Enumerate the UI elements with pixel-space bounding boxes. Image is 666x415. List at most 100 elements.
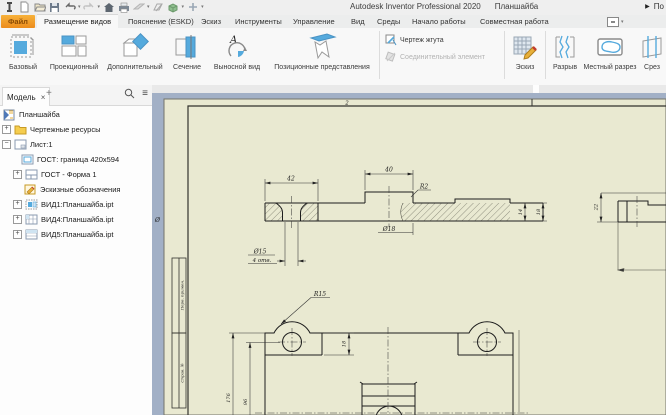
tab-tools[interactable]: Инструменты: [228, 15, 289, 28]
positional-representations-button[interactable]: Позиционные представления: [266, 28, 378, 84]
tree-item-sheet1[interactable]: − Лист:1: [0, 137, 152, 152]
base-view-button[interactable]: Базовый: [2, 28, 44, 84]
tree-item-sketch-symbols[interactable]: Эскизные обозначения: [0, 182, 152, 197]
dim-96-text: 96: [243, 398, 249, 405]
dim-step18-text: 18: [342, 341, 348, 347]
graphics-canvas[interactable]: 2 Перв. примен. Справ. № Ø: [152, 85, 666, 415]
tree-item-view1[interactable]: + ВИД1:Планшайба.ipt: [0, 197, 152, 212]
drawing-sheet[interactable]: 2 Перв. примен. Справ. №: [164, 99, 666, 415]
dim-d15-note: 4 отв.: [252, 258, 272, 264]
expand-icon[interactable]: +: [13, 170, 22, 179]
break-button[interactable]: Разрыв: [547, 28, 583, 84]
ribbon-display-options[interactable]: ▾: [607, 17, 624, 27]
tab-place-views[interactable]: Размещение видов: [37, 15, 118, 28]
section-view-button[interactable]: Сечение: [166, 28, 208, 84]
margin-label-2: Справ. №: [180, 363, 185, 382]
expand-icon[interactable]: +: [13, 215, 22, 224]
tree-item-root[interactable]: Планшайба: [0, 107, 152, 122]
expand-icon[interactable]: +: [13, 200, 22, 209]
harness-drawing-button[interactable]: Чертеж жгута: [385, 34, 503, 46]
inventor-window: { "titlebar": { "app_title": "Autodesk I…: [0, 0, 666, 415]
slice-button[interactable]: Срез: [637, 28, 666, 84]
tree-item-gost-border[interactable]: ГОСТ: граница 420x594: [0, 152, 152, 167]
sketch-plane-icon[interactable]: [152, 1, 165, 13]
tab-environments[interactable]: Среды: [370, 15, 407, 28]
document-title: Планшайба: [495, 2, 538, 11]
slice-icon: [639, 32, 665, 62]
redo-dropdown-icon[interactable]: ▾: [98, 5, 101, 10]
harness-group: Чертеж жгута Соединительный элемент: [381, 28, 503, 63]
dim-r15-text: R15: [313, 291, 326, 298]
connector-element-icon: [385, 51, 397, 63]
add-command-icon[interactable]: [186, 1, 199, 13]
detail-view-button[interactable]: A Выносной вид: [208, 28, 266, 84]
measure-dropdown-icon[interactable]: ▾: [147, 5, 150, 10]
undo-icon[interactable]: [63, 1, 76, 13]
quick-access-toolbar: ▾ ▾ ▾ ▾ ▾: [3, 1, 204, 13]
ribbon-tab-row: Файл Размещение видов Пояснение (ESKD) Э…: [0, 15, 666, 28]
component-dropdown-icon[interactable]: ▾: [182, 5, 185, 10]
hatch-area: [401, 203, 510, 221]
dim-176-text: 176: [226, 392, 232, 402]
browser-header: Модель × + ≡: [0, 85, 152, 106]
tab-annotate-eskd[interactable]: Пояснение (ESKD): [121, 15, 201, 28]
browser-menu-icon[interactable]: ≡: [142, 89, 148, 99]
title-bar: ▾ ▾ ▾ ▾ ▾ Autodesk Inventor Professional…: [0, 0, 666, 15]
close-icon[interactable]: ×: [41, 93, 46, 102]
dim-14-text: 14: [518, 209, 524, 215]
measure-icon[interactable]: [132, 1, 145, 13]
help-search[interactable]: ▶ По: [645, 2, 664, 11]
browser-tree: Планшайба + Чертежные ресурсы − Лист:1 Г…: [0, 107, 152, 242]
view-icon: [25, 229, 38, 241]
tab-sketch[interactable]: Эскиз: [194, 15, 228, 28]
expand-icon[interactable]: +: [2, 125, 11, 134]
margin-label-1: Перв. примен.: [180, 280, 185, 312]
break-icon: [552, 32, 578, 62]
open-icon[interactable]: [33, 1, 46, 13]
model-browser-panel: Модель × + ≡ Планшайба + Чертежные ресур…: [0, 85, 153, 415]
undo-dropdown-icon[interactable]: ▾: [78, 5, 81, 10]
dim-r2-text: R2: [419, 184, 429, 191]
section-view-icon: [173, 32, 201, 62]
tab-view[interactable]: Вид: [344, 15, 372, 28]
save-icon[interactable]: [48, 1, 61, 13]
ribbon-separator: [379, 31, 380, 79]
tab-collaborate[interactable]: Совместная работа: [473, 15, 556, 28]
home-icon[interactable]: [102, 1, 115, 13]
ribbon-separator: [504, 31, 505, 79]
component-icon[interactable]: [167, 1, 180, 13]
tree-item-gost-form[interactable]: + ГОСТ - Форма 1: [0, 167, 152, 182]
projected-view-button[interactable]: Проекционный: [44, 28, 104, 84]
new-document-icon[interactable]: [18, 1, 31, 13]
break-out-icon: [595, 32, 625, 62]
auxiliary-view-icon: [120, 32, 150, 62]
ribbon-display-caret-icon: ▾: [621, 20, 624, 25]
add-browser-tab-icon[interactable]: +: [46, 88, 52, 99]
app-logo-icon[interactable]: [3, 1, 16, 13]
tab-get-started[interactable]: Начало работы: [405, 15, 473, 28]
sheet-icon: [14, 139, 27, 151]
expand-icon[interactable]: +: [13, 230, 22, 239]
start-sketch-button[interactable]: Эскиз: [506, 28, 544, 84]
ribbon: Базовый Проекционный Дополнительный Сече…: [0, 28, 666, 86]
view-icon: [25, 199, 38, 211]
help-partial-text: По: [654, 2, 664, 11]
collapse-icon[interactable]: −: [2, 140, 11, 149]
projected-view-icon: [59, 32, 89, 62]
break-out-button[interactable]: Местный разрез: [583, 28, 637, 84]
auxiliary-view-button[interactable]: Дополнительный: [104, 28, 166, 84]
tree-item-view5[interactable]: + ВИД5:Планшайба.ipt: [0, 227, 152, 242]
tree-item-drawing-resources[interactable]: + Чертежные ресурсы: [0, 122, 152, 137]
sketch-symbols-icon: [24, 184, 37, 196]
base-view-icon: [9, 32, 37, 62]
tab-manage[interactable]: Управление: [286, 15, 342, 28]
search-icon[interactable]: [124, 88, 135, 99]
tab-file[interactable]: Файл: [1, 15, 35, 28]
browser-tab-model[interactable]: Модель ×: [2, 87, 50, 106]
print-icon[interactable]: [117, 1, 130, 13]
tree-item-view4[interactable]: + ВИД4:Планшайба.ipt: [0, 212, 152, 227]
qat-customize-icon[interactable]: ▾: [201, 5, 204, 10]
positional-representations-icon: [305, 32, 339, 62]
redo-icon[interactable]: [83, 1, 96, 13]
view-icon: [25, 214, 38, 226]
